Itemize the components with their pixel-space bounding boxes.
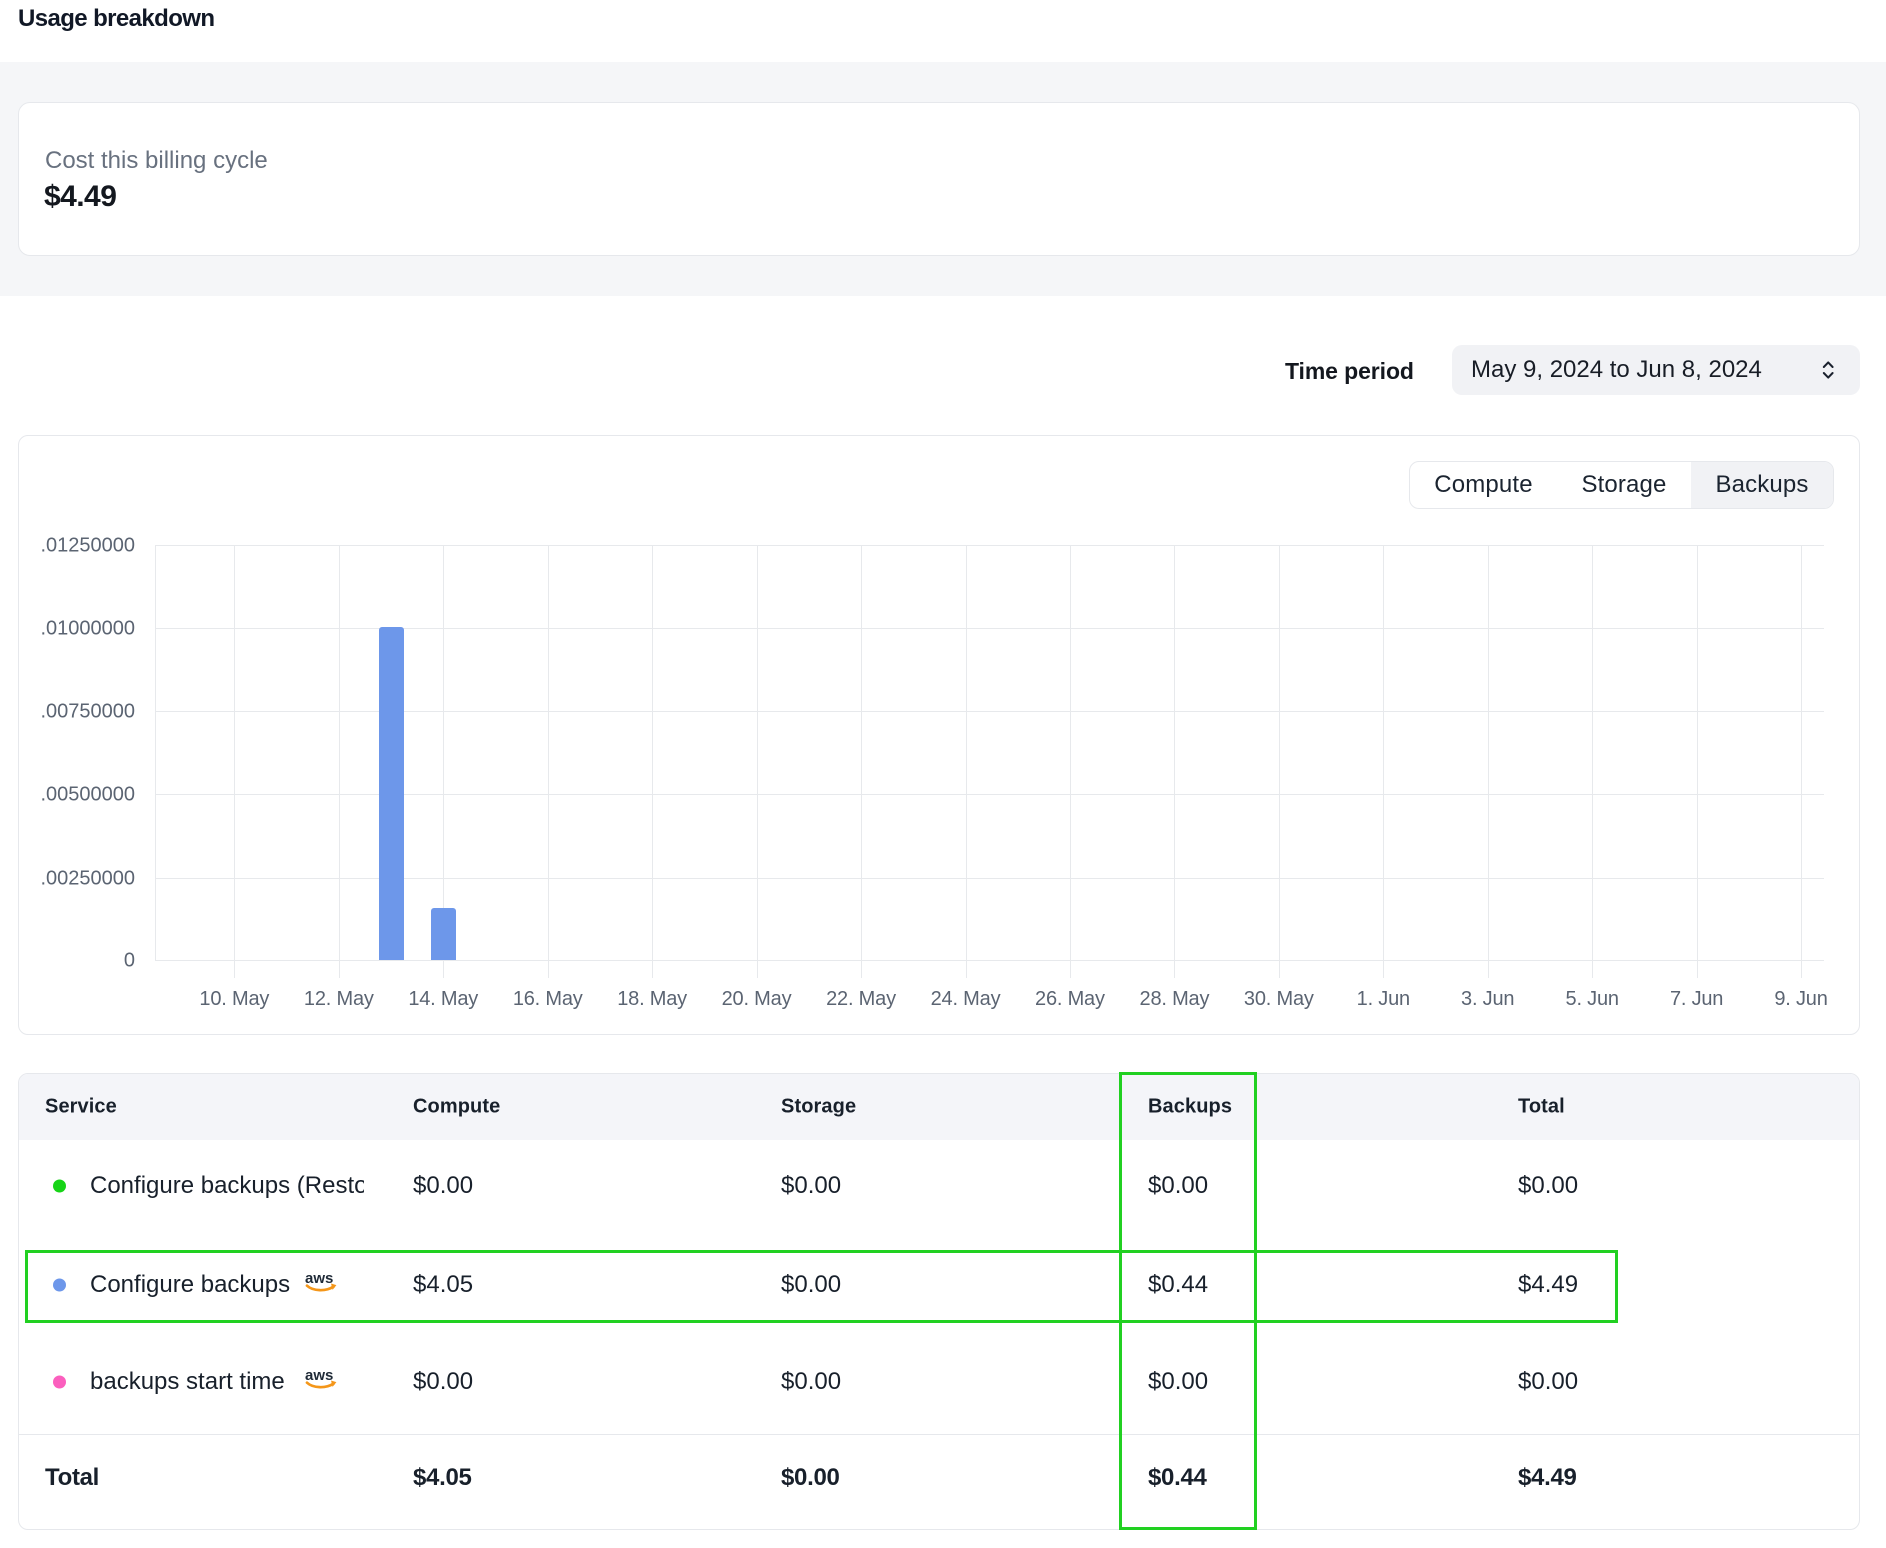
svg-text:aws: aws	[305, 1367, 333, 1384]
